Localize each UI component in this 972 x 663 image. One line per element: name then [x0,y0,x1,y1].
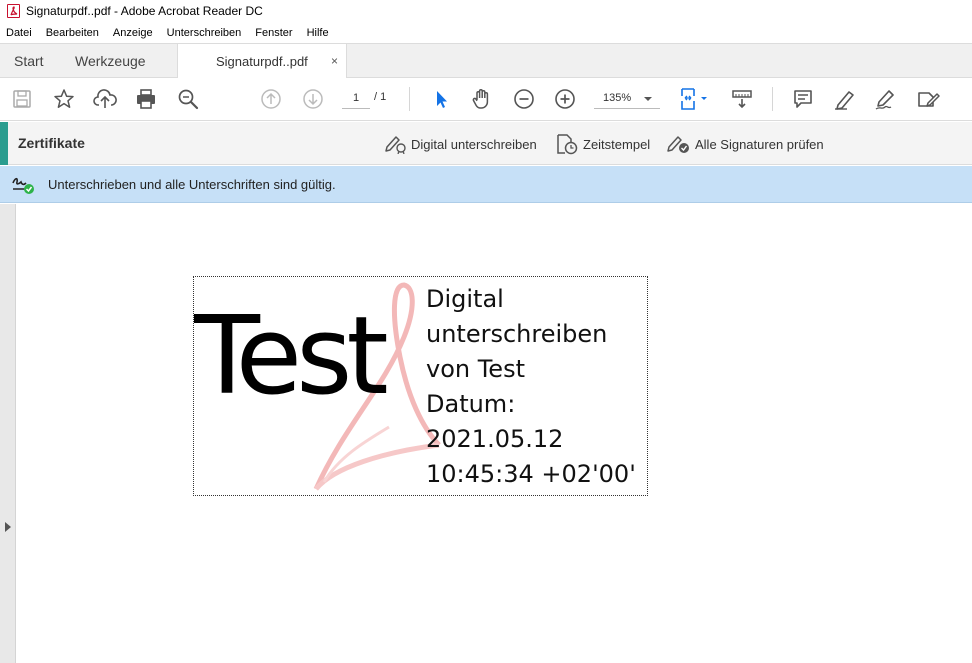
signer-name-large: Test [194,294,389,419]
menu-bearbeiten[interactable]: Bearbeiten [46,27,99,39]
signature-line-1: Digital [426,285,504,313]
signature-line-5: 2021.05.12 [426,425,564,453]
fit-page-icon[interactable] [678,87,712,111]
tab-document-label: Signaturpdf..pdf [216,54,308,69]
select-arrow-icon[interactable] [429,87,453,111]
signature-line-4: Datum: [426,390,516,418]
signature-line-6: 10:45:34 +02'00' [426,460,636,488]
signature-details: Digital unterschreiben von Test Datum: 2… [426,282,636,492]
expand-panel-icon[interactable] [5,522,11,532]
certificates-toolbar: Zertifikate Digital unterschreiben Zeits… [0,122,972,165]
digital-sign-label: Digital unterschreiben [411,136,537,152]
menu-hilfe[interactable]: Hilfe [307,27,329,39]
signature-valid-icon[interactable] [11,174,37,196]
document-page: Test Digital unterschreiben von Test Dat… [17,204,972,663]
highlight-pen-icon[interactable] [833,87,857,111]
toolbar-divider [409,87,410,111]
page-total: / 1 [374,91,387,103]
signature-status-text: Unterschrieben und alle Unterschriften s… [48,177,336,192]
comment-icon[interactable] [791,87,815,111]
signature-line-3: von Test [426,355,525,383]
validate-all-button[interactable]: Alle Signaturen prüfen [665,133,824,155]
search-zoom-icon[interactable] [176,87,200,111]
zoom-in-icon[interactable] [553,87,577,111]
digital-sign-button[interactable]: Digital unterschreiben [383,133,537,155]
window-title: Signaturpdf..pdf - Adobe Acrobat Reader … [26,4,263,18]
fill-sign-icon[interactable] [916,87,940,111]
chevron-down-icon [644,97,652,101]
acrobat-logo-icon [7,4,20,18]
zoom-level-value: 135% [603,92,632,104]
hand-tool-icon[interactable] [470,87,494,111]
upload-cloud-icon[interactable] [93,87,117,111]
tab-document[interactable]: Signaturpdf..pdf × [177,44,347,79]
menu-anzeige[interactable]: Anzeige [113,27,153,39]
timestamp-button[interactable]: Zeitstempel [555,133,650,155]
scroll-mode-icon[interactable] [730,87,754,111]
signature-field[interactable]: Test Digital unterschreiben von Test Dat… [193,276,648,496]
tab-start[interactable]: Start [14,44,44,78]
accent-stripe [0,122,8,165]
page-down-icon[interactable] [301,87,325,111]
validate-all-label: Alle Signaturen prüfen [695,136,824,152]
close-tab-icon[interactable]: × [331,54,338,68]
save-icon[interactable] [10,87,34,111]
menu-unterschreiben[interactable]: Unterschreiben [167,27,242,39]
validate-signatures-icon [667,136,689,153]
left-navigation-rail [0,204,16,663]
menu-bar: Datei Bearbeiten Anzeige Unterschreiben … [0,22,972,43]
bookmark-star-icon[interactable] [52,87,76,111]
sign-pen-icon[interactable] [874,87,898,111]
main-toolbar: 1 / 1 135% [0,78,972,121]
tab-bar: Start Werkzeuge Signaturpdf..pdf × [0,43,972,79]
page-number-input[interactable]: 1 [342,89,370,109]
timestamp-label: Zeitstempel [583,136,651,152]
signature-line-2: unterschreiben [426,320,608,348]
title-bar: Signaturpdf..pdf - Adobe Acrobat Reader … [0,0,972,22]
print-icon[interactable] [134,87,158,111]
tab-tools[interactable]: Werkzeuge [75,44,146,78]
zoom-out-icon[interactable] [512,87,536,111]
timestamp-icon [557,134,578,155]
menu-fenster[interactable]: Fenster [255,27,292,39]
page-up-icon[interactable] [259,87,283,111]
certificates-title: Zertifikate [18,135,85,151]
signature-status-bar: Unterschrieben und alle Unterschriften s… [0,166,972,203]
toolbar-divider [772,87,773,111]
acrobat-window: Signaturpdf..pdf - Adobe Acrobat Reader … [0,0,972,663]
zoom-level-select[interactable]: 135% [594,89,660,109]
sign-cert-icon [385,136,406,154]
menu-datei[interactable]: Datei [6,27,32,39]
